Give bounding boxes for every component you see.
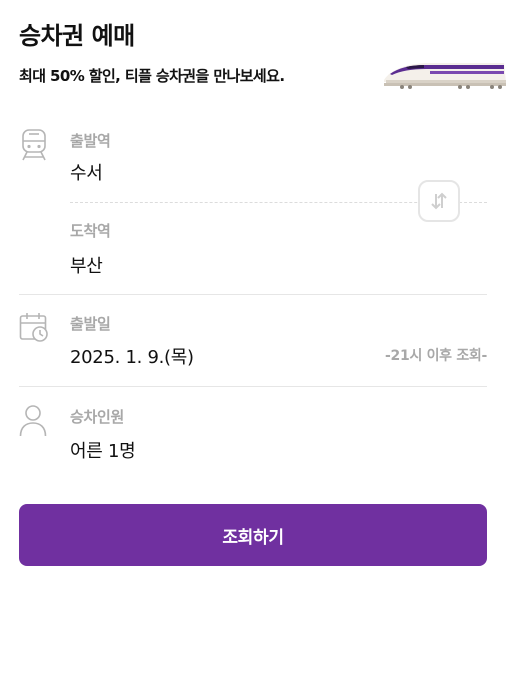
date-search-note: -21시 이후 조회-	[385, 348, 487, 364]
date-label: 출발일	[70, 315, 111, 333]
high-speed-train-illustration	[384, 63, 506, 89]
date-value: 2025. 1. 9.(목)	[70, 347, 194, 368]
departure-value: 수서	[70, 163, 103, 184]
arrival-label: 도착역	[70, 222, 111, 240]
page-subtitle: 최대 50% 할인, 티플 승차권을 만나보세요.	[19, 67, 285, 85]
passengers-label: 승차인원	[70, 408, 125, 426]
section-divider	[19, 386, 487, 387]
arrival-value: 부산	[70, 256, 103, 277]
departure-label: 출발역	[70, 132, 111, 150]
section-divider	[19, 294, 487, 295]
passengers-value: 어른 1명	[70, 441, 136, 462]
page-title: 승차권 예매	[19, 22, 135, 50]
search-button[interactable]: 조회하기	[19, 504, 487, 566]
swap-arrows-icon	[431, 192, 447, 210]
swap-stations-button[interactable]	[418, 180, 460, 222]
